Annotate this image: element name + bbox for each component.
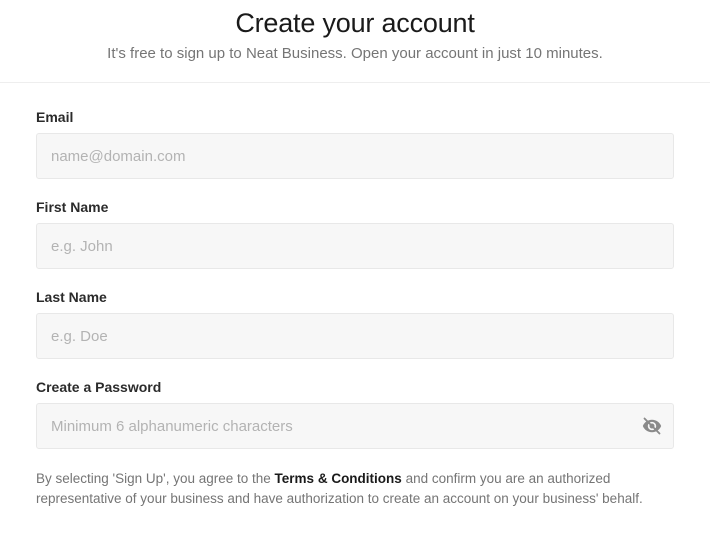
first-name-field-group: First Name [36, 199, 674, 269]
first-name-input[interactable] [36, 223, 674, 269]
terms-link[interactable]: Terms & Conditions [275, 471, 402, 486]
first-name-label: First Name [36, 199, 674, 215]
email-input[interactable] [36, 133, 674, 179]
password-field-group: Create a Password [36, 379, 674, 449]
email-label: Email [36, 109, 674, 125]
last-name-label: Last Name [36, 289, 674, 305]
form-header: Create your account It's free to sign up… [0, 0, 710, 82]
page-title: Create your account [0, 8, 710, 39]
page-subtitle: It's free to sign up to Neat Business. O… [0, 45, 710, 62]
signup-form: Email First Name Last Name Create a Pass… [0, 83, 710, 510]
last-name-field-group: Last Name [36, 289, 674, 359]
password-label: Create a Password [36, 379, 674, 395]
password-input[interactable] [36, 403, 674, 449]
terms-text: By selecting 'Sign Up', you agree to the… [36, 469, 674, 510]
email-field-group: Email [36, 109, 674, 179]
last-name-input[interactable] [36, 313, 674, 359]
eye-slash-icon[interactable] [642, 416, 662, 436]
terms-pre: By selecting 'Sign Up', you agree to the [36, 471, 275, 486]
